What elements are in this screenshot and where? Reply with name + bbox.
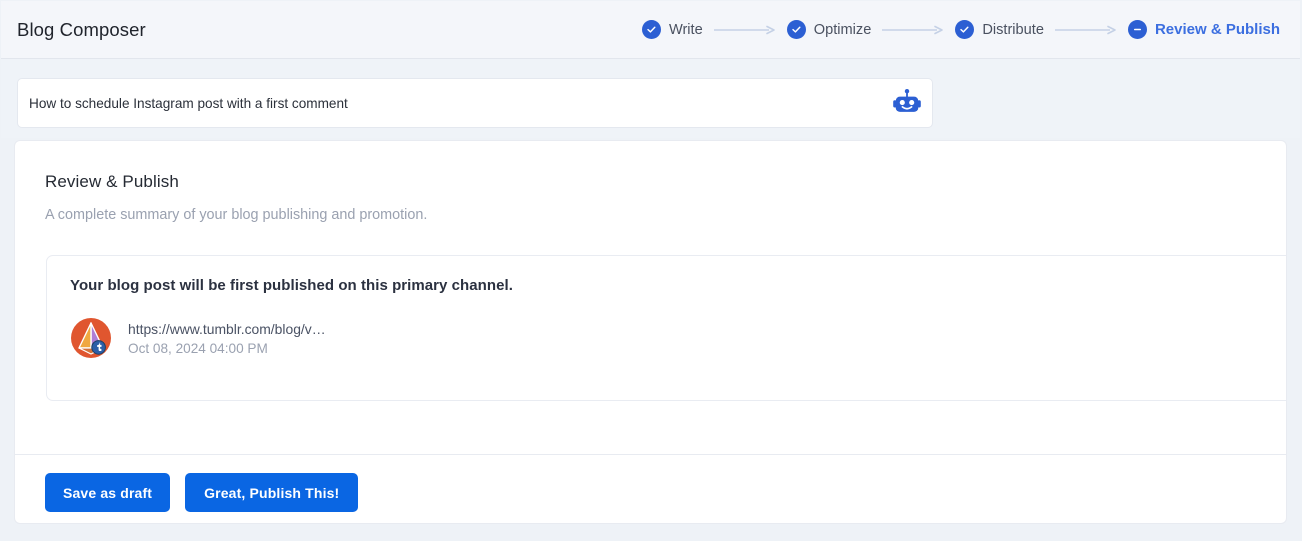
section-subtitle: A complete summary of your blog publishi…: [45, 207, 428, 223]
title-bar-strip: How to schedule Instagram post with a fi…: [1, 59, 1300, 138]
blog-title-field-container[interactable]: How to schedule Instagram post with a fi…: [17, 78, 933, 128]
step-label-distribute: Distribute: [982, 21, 1044, 38]
primary-channel-row[interactable]: https://www.tumblr.com/blog/v… Oct 08, 2…: [70, 317, 326, 359]
step-label-review-publish: Review & Publish: [1154, 21, 1280, 38]
check-icon: [955, 20, 975, 39]
step-connector-arrow-icon: [713, 24, 776, 36]
section-title: Review & Publish: [45, 172, 179, 191]
channel-url[interactable]: https://www.tumblr.com/blog/v…: [128, 321, 326, 337]
check-icon: [641, 20, 661, 39]
progress-stepper: Write Optimize Distribute Review & Publi…: [641, 20, 1280, 39]
step-label-optimize: Optimize: [813, 21, 872, 38]
tumblr-avatar-icon: [70, 317, 112, 359]
step-write[interactable]: Write: [641, 20, 703, 39]
page-title: Blog Composer: [17, 18, 146, 40]
step-review-publish[interactable]: Review & Publish: [1127, 20, 1280, 39]
primary-channel-heading: Your blog post will be first published o…: [70, 277, 513, 294]
step-connector-arrow-icon: [882, 24, 944, 36]
app-header: Blog Composer Write Optimize Distribute …: [1, 1, 1300, 59]
step-distribute[interactable]: Distribute: [955, 20, 1044, 39]
footer-actions: Save as draft Great, Publish This!: [45, 473, 359, 512]
channel-scheduled-time: Oct 08, 2024 04:00 PM: [128, 340, 268, 356]
channel-meta: https://www.tumblr.com/blog/v… Oct 08, 2…: [128, 321, 326, 356]
save-as-draft-button[interactable]: Save as draft: [45, 473, 171, 512]
blog-title-input[interactable]: How to schedule Instagram post with a fi…: [18, 96, 885, 111]
review-publish-card: Review & Publish A complete summary of y…: [14, 140, 1287, 524]
step-connector-arrow-icon: [1054, 24, 1117, 36]
step-label-write: Write: [668, 21, 703, 38]
step-optimize[interactable]: Optimize: [786, 20, 872, 39]
minus-icon: [1127, 20, 1147, 39]
primary-channel-panel: Your blog post will be first published o…: [46, 255, 1286, 401]
blog-composer-window: Blog Composer Write Optimize Distribute …: [0, 0, 1302, 541]
check-icon: [786, 20, 806, 39]
publish-button[interactable]: Great, Publish This!: [185, 473, 359, 512]
footer-divider: [15, 454, 1286, 455]
robot-icon[interactable]: [885, 81, 929, 125]
